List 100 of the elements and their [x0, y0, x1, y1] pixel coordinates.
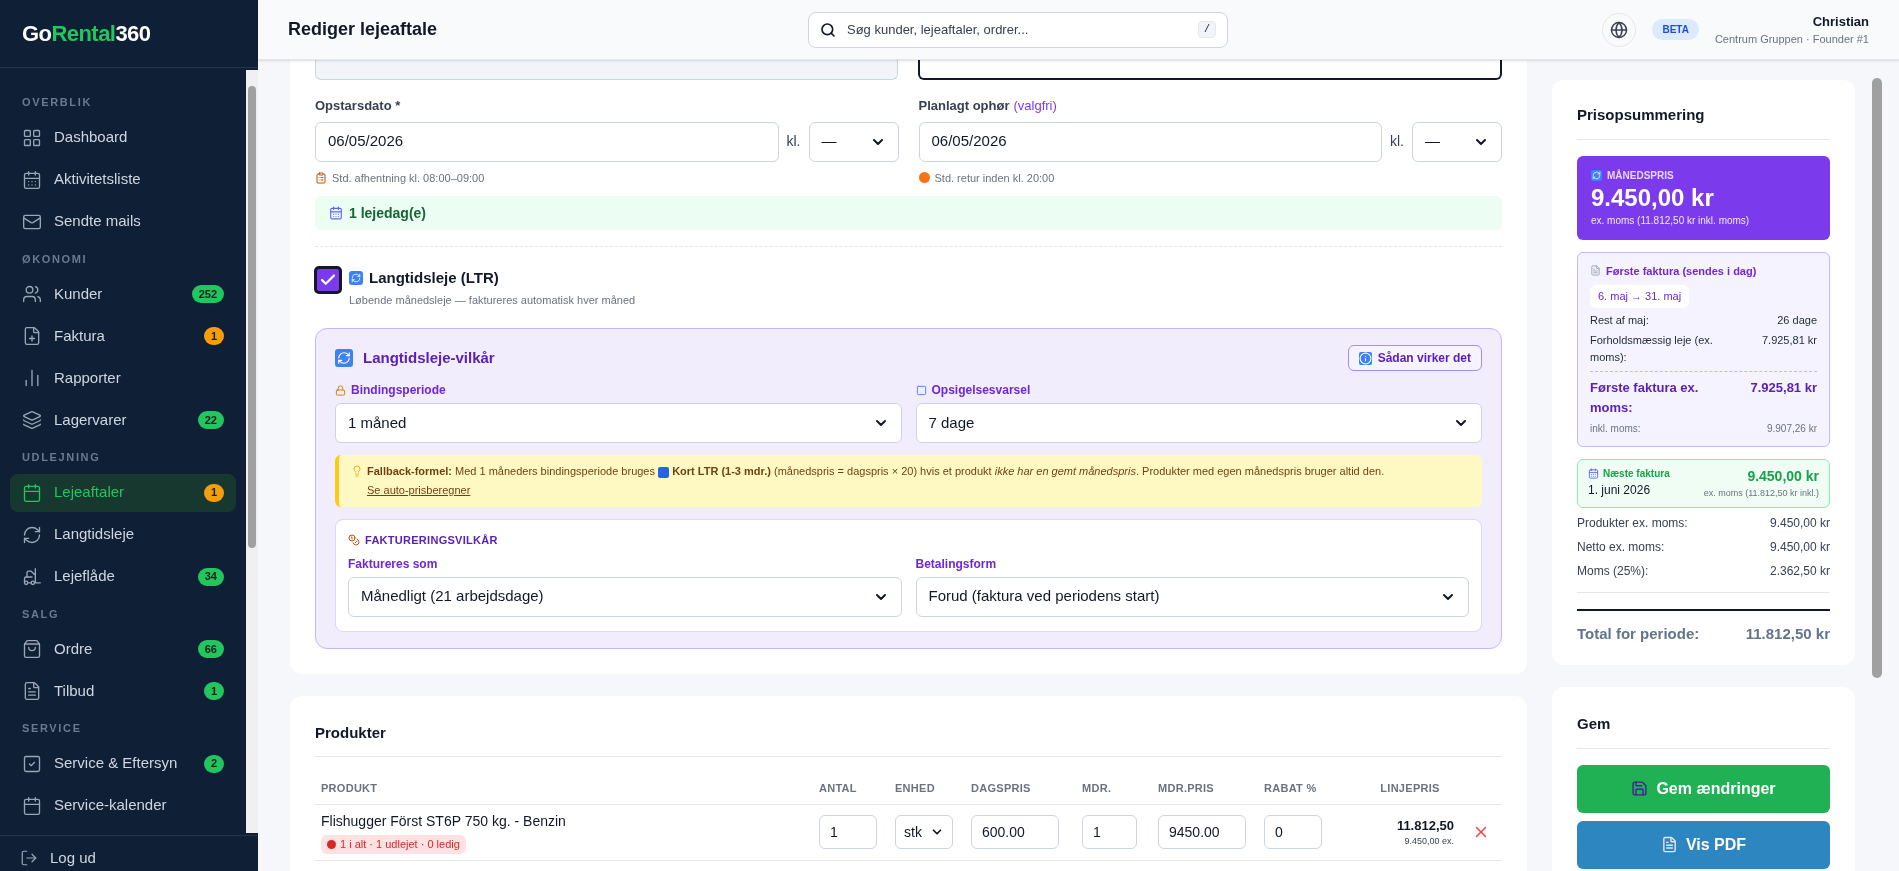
section-title: OVERBLIK: [21, 95, 94, 110]
bag-icon: [22, 639, 42, 659]
column-header: ENHED: [895, 782, 935, 795]
monthly-amount: 9.450,00 kr: [1591, 182, 1715, 213]
summary-value: 9.450,00 kr: [1769, 538, 1830, 556]
summary-value: 7.925,81 kr: [1761, 333, 1817, 348]
nav-item[interactable]: Service-kalender: [10, 786, 236, 825]
count-badge: 1: [203, 483, 224, 502]
count-badge: 22: [197, 411, 224, 429]
summary-label: Rest af maj:: [1590, 312, 1649, 328]
line-subtotal: 9.450,00 ex.: [1404, 835, 1454, 849]
search-icon: [820, 21, 836, 38]
time-select[interactable]: —: [808, 121, 899, 162]
time-label: kl.: [786, 132, 801, 151]
pdf-button[interactable]: Vis PDF: [1577, 820, 1830, 869]
summary-label: Produkter ex. moms:: [1577, 514, 1688, 532]
globe-icon: [1610, 20, 1629, 39]
info-icon: [1358, 351, 1372, 365]
date-input[interactable]: 06/05/2026: [918, 121, 1382, 162]
beta-badge: BETA: [1652, 19, 1699, 40]
document-icon: [1590, 265, 1601, 277]
input-field[interactable]: 1: [819, 815, 877, 850]
scrollbar[interactable]: [246, 70, 258, 833]
section-title: Produkter: [315, 721, 1502, 757]
section-title: SALG: [21, 606, 61, 622]
lightbulb-icon: [351, 465, 363, 477]
product-name: Flishugger Först ST6P 750 kg. - Benzin: [321, 812, 566, 831]
hint-text: Std. retur inden kl. 20:00: [934, 170, 1055, 186]
ltr-checkbox[interactable]: [315, 267, 341, 293]
select-field[interactable]: Månedligt (21 arbejdsdage): [348, 576, 902, 617]
scrollbar[interactable]: [1872, 78, 1882, 678]
section-title: UDLEJNING: [21, 450, 102, 465]
grid-icon: [22, 127, 42, 148]
monthly-sub: ex. moms (11.812,50 kr inkl. moms): [1591, 213, 1751, 228]
nav-item[interactable]: Lagervarer 22: [10, 401, 236, 439]
input-field[interactable]: [917, 60, 1502, 80]
save-icon: [1631, 780, 1649, 797]
nav-item[interactable]: Ordre 66: [10, 630, 236, 668]
calendar-icon: [22, 482, 42, 503]
input-field[interactable]: 0: [1264, 815, 1322, 850]
nav-item[interactable]: Lejeflåde 34: [10, 557, 236, 596]
section-title: SERVICE: [21, 721, 83, 736]
optional-label: (valgfri): [1013, 97, 1057, 115]
summary-value: 2.362,50 kr: [1769, 562, 1830, 580]
unit-select[interactable]: stk: [895, 815, 953, 850]
column-header: DAGSPRIS: [971, 782, 1031, 795]
select-field[interactable]: Forud (faktura ved periodens start): [915, 576, 1469, 617]
count-badge: 34: [197, 567, 224, 586]
calendar-icon: [22, 795, 42, 816]
refresh-icon: [349, 271, 363, 286]
date-input[interactable]: 06/05/2026: [315, 121, 779, 162]
total-label: Første faktura ex. moms:: [1590, 379, 1700, 417]
count-badge: 2: [203, 754, 224, 773]
nav-item[interactable]: Lejeaftaler 1: [10, 473, 236, 512]
user-name: Christian: [1812, 12, 1869, 31]
card-title: Første faktura (sendes i dag): [1606, 263, 1757, 279]
summary-value: 26 dage: [1777, 312, 1817, 328]
coins-icon: [348, 534, 360, 547]
ltr-title: Langtidsleje (LTR): [369, 268, 499, 288]
logout-link[interactable]: Log ud: [20, 846, 96, 869]
field-label: Opsigelsesvarsel: [931, 382, 1031, 399]
nav-item[interactable]: Kunder 252: [10, 275, 236, 313]
card-title: Næste faktura: [1603, 467, 1670, 481]
section-title: Gem: [1577, 713, 1830, 749]
rental-days-text: 1 lejedag(e): [349, 203, 427, 223]
square-icon: [658, 466, 670, 478]
hint-text: Std. afhentning kl. 08:00–09:00: [332, 170, 485, 186]
input-field[interactable]: 600.00: [971, 815, 1059, 850]
time-select[interactable]: —: [1412, 121, 1502, 162]
nav-item[interactable]: Dashboard: [10, 118, 236, 157]
forklift-icon: [22, 566, 42, 587]
time-label: kl.: [1390, 132, 1404, 151]
column-header: ANTAL: [819, 782, 857, 795]
help-button[interactable]: Sådan virker det: [1347, 345, 1482, 371]
input-field[interactable]: 9450.00: [1158, 815, 1246, 850]
next-invoice-sub: ex. moms (11.812,50 kr inkl.): [1703, 487, 1819, 500]
nav-item[interactable]: Langtidsleje: [10, 515, 236, 554]
column-header: MDR.PRIS: [1158, 782, 1214, 795]
select-field[interactable]: 1 måned: [335, 403, 902, 443]
column-header: RABAT %: [1264, 782, 1317, 795]
calendar-icon: [329, 206, 343, 220]
card-label: MÅNEDSPRIS: [1607, 168, 1674, 183]
section-title: ØKONOMI: [21, 251, 89, 267]
total-label: Total for periode:: [1577, 623, 1700, 644]
nav-item[interactable]: Service & Eftersyn 2: [10, 744, 236, 783]
checkbox-icon: [22, 753, 42, 774]
count-badge: 1: [203, 682, 224, 700]
nav-item[interactable]: Rapporter: [10, 359, 236, 397]
nav-item[interactable]: Faktura 1: [10, 317, 236, 355]
layers-icon: [22, 410, 42, 430]
count-badge: 66: [197, 640, 224, 658]
nav-item[interactable]: Aktivitetsliste: [10, 160, 236, 199]
next-invoice-date: 1. juni 2026: [1588, 482, 1652, 499]
brand-logo[interactable]: GoRental360: [22, 17, 151, 50]
select-field[interactable]: 7 dage: [915, 403, 1482, 443]
nav-item[interactable]: Tilbud 1: [10, 672, 236, 710]
input-field[interactable]: 1: [1082, 815, 1137, 850]
auto-price-link[interactable]: Se auto-prisberegner: [367, 484, 471, 496]
field-label: Betalingsform: [915, 555, 998, 573]
nav-item[interactable]: Sendte mails: [10, 202, 236, 241]
